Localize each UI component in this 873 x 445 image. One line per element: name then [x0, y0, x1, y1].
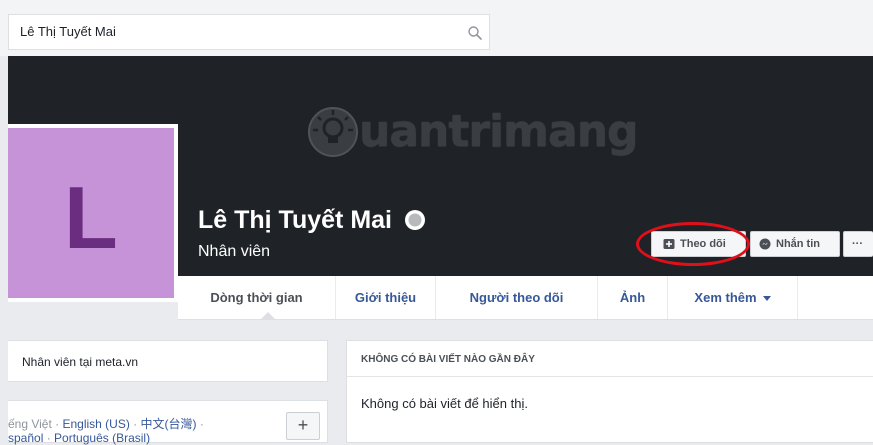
watermark-text: uantrimang [359, 106, 639, 157]
language-list: ếng Việt · English (US) · 中文(台灣) · [8, 415, 204, 432]
posts-title: KHÔNG CÓ BÀI VIẾT NÀO GẦN ĐÂY [361, 354, 535, 365]
messenger-icon [759, 238, 771, 250]
tab-label: Dòng thời gian [210, 290, 303, 305]
profile-tabs: Dòng thời gian Giới thiệu Người theo dõi… [178, 276, 873, 320]
lightbulb-icon [308, 107, 358, 157]
top-bar: Lê Thị Tuyết Mai [0, 0, 873, 56]
search-icon[interactable] [467, 25, 483, 41]
language-separator: · [129, 417, 141, 431]
more-label: ··· [852, 238, 863, 250]
tab-followers[interactable]: Người theo dõi [436, 276, 598, 319]
tab-more[interactable]: Xem thêm [668, 276, 798, 319]
intro-text: Nhân viên tại meta.vn [22, 355, 139, 369]
search-value: Lê Thị Tuyết Mai [20, 24, 116, 39]
tab-label: Ảnh [619, 290, 646, 305]
search-input[interactable]: Lê Thị Tuyết Mai [8, 14, 490, 50]
message-label: Nhắn tin [776, 238, 820, 250]
tab-label: Xem thêm [694, 290, 757, 305]
tab-photos[interactable]: Ảnh [598, 276, 668, 319]
profile-role: Nhân viên [198, 243, 271, 260]
language-chinese[interactable]: 中文(台灣) [141, 417, 197, 431]
recent-posts-card: KHÔNG CÓ BÀI VIẾT NÀO GẦN ĐÂY Không có b… [346, 340, 873, 443]
more-options-button[interactable]: ··· [843, 231, 873, 257]
tab-label: Người theo dõi [469, 290, 564, 305]
watermark-logo: uantrimang [305, 104, 639, 174]
message-button[interactable]: Nhắn tin [750, 231, 840, 257]
active-tab-indicator [260, 312, 276, 320]
posts-header: KHÔNG CÓ BÀI VIẾT NÀO GẦN ĐÂY [347, 341, 873, 377]
language-card: ếng Việt · English (US) · 中文(台灣) · spaño… [8, 400, 328, 445]
globe-badge-icon [405, 210, 425, 230]
tab-label: Giới thiệu [354, 290, 417, 305]
language-separator: · [196, 417, 204, 431]
posts-empty-message: Không có bài viết để hiển thị. [361, 396, 528, 411]
profile-name[interactable]: Lê Thị Tuyết Mai [198, 205, 392, 235]
language-vietnamese: ếng Việt · [8, 417, 63, 431]
add-language-button[interactable]: + [286, 412, 320, 440]
language-english[interactable]: English (US) [62, 417, 129, 431]
highlight-annotation [636, 222, 750, 266]
caret-down-icon [762, 296, 771, 302]
avatar[interactable]: L [8, 124, 178, 302]
avatar-letter: L [64, 168, 118, 267]
tab-timeline[interactable]: Dòng thời gian [178, 276, 336, 319]
tab-about[interactable]: Giới thiệu [336, 276, 436, 319]
intro-card: Nhân viên tại meta.vn [8, 340, 328, 382]
